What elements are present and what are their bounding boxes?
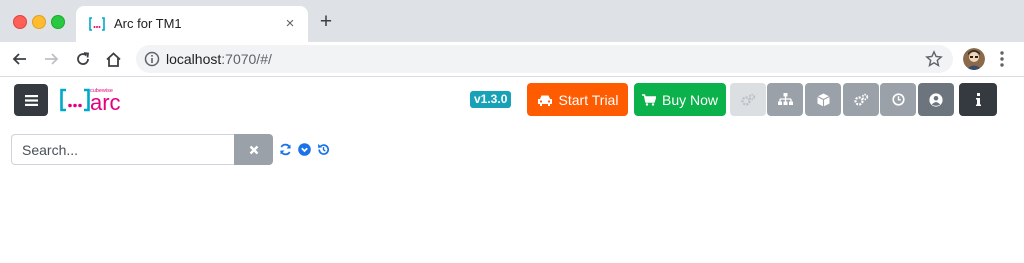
sitemap-icon xyxy=(777,93,793,105)
close-icon xyxy=(249,145,258,154)
processes-button[interactable] xyxy=(843,83,879,116)
settings-button[interactable] xyxy=(730,83,766,116)
home-icon xyxy=(105,51,121,67)
home-button[interactable] xyxy=(101,47,125,71)
browser-tabstrip: Arc for TM1 × + xyxy=(0,0,1024,42)
arc-favicon-icon xyxy=(89,17,105,31)
site-info-icon[interactable] xyxy=(144,51,160,67)
reload-button[interactable] xyxy=(71,47,95,71)
hierarchy-button[interactable] xyxy=(767,83,803,116)
chevron-down-circle-icon[interactable] xyxy=(298,143,311,156)
logo-main-text: arc xyxy=(90,90,121,113)
clock-icon xyxy=(891,93,905,106)
tab-close-icon[interactable]: × xyxy=(282,16,298,32)
cogs-icon xyxy=(741,93,756,106)
info-button[interactable] xyxy=(959,83,997,116)
car-icon xyxy=(537,95,552,106)
cart-icon xyxy=(641,93,656,106)
buy-now-label: Buy Now xyxy=(661,91,719,108)
forward-button[interactable] xyxy=(39,47,63,71)
cube-icon xyxy=(816,93,830,106)
arc-logo: cubewise arc xyxy=(60,88,121,113)
user-button[interactable] xyxy=(918,83,954,116)
tab-title: Arc for TM1 xyxy=(114,16,182,31)
info-icon xyxy=(975,93,981,106)
address-bar[interactable]: localhost:7070/#/ xyxy=(136,45,953,73)
hamburger-menu-button[interactable] xyxy=(14,84,48,116)
back-arrow-icon xyxy=(12,53,26,65)
app-page: cubewise arc v1.3.0 Start Trial Buy Now xyxy=(0,77,1024,263)
browser-toolbar: localhost:7070/#/ xyxy=(0,42,1024,77)
forward-arrow-icon xyxy=(45,53,59,65)
reload-icon xyxy=(77,52,90,65)
refresh-icon[interactable] xyxy=(279,143,292,156)
buy-now-button[interactable]: Buy Now xyxy=(634,83,726,116)
history-undo-icon[interactable] xyxy=(317,143,330,156)
minimize-window-button[interactable] xyxy=(32,15,46,29)
browser-menu-icon[interactable] xyxy=(996,50,1008,68)
profile-avatar[interactable] xyxy=(963,48,985,70)
maximize-window-button[interactable] xyxy=(51,15,65,29)
history-button[interactable] xyxy=(880,83,916,116)
start-trial-label: Start Trial xyxy=(558,91,619,108)
search-clear-button[interactable] xyxy=(234,134,273,165)
start-trial-button[interactable]: Start Trial xyxy=(527,83,628,116)
avatar-icon xyxy=(963,48,985,70)
bookmark-star-icon[interactable] xyxy=(925,50,943,68)
search-input[interactable] xyxy=(11,134,235,165)
cube-button[interactable] xyxy=(805,83,841,116)
new-tab-icon[interactable]: + xyxy=(316,11,336,32)
cogs-icon xyxy=(854,93,869,106)
close-window-button[interactable] xyxy=(13,15,27,29)
version-badge: v1.3.0 xyxy=(470,91,512,108)
user-circle-icon xyxy=(929,92,943,107)
hamburger-icon xyxy=(24,94,38,106)
browser-tab-active[interactable]: Arc for TM1 × xyxy=(76,6,308,42)
url-text: localhost:7070/#/ xyxy=(166,51,272,67)
back-button[interactable] xyxy=(8,47,32,71)
